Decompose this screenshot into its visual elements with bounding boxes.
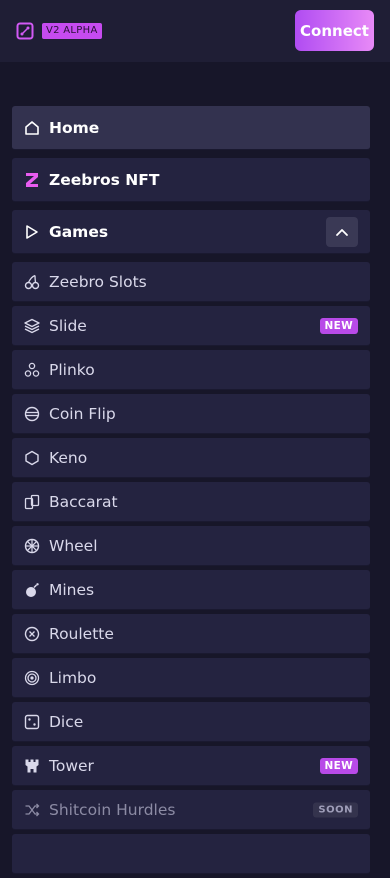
game-item-coin-flip[interactable]: Coin Flip: [12, 394, 370, 434]
plinko-icon: [24, 362, 40, 378]
roulette-icon: [24, 626, 40, 642]
cards-icon: [24, 494, 40, 510]
nav-item-home[interactable]: Home: [12, 106, 370, 150]
game-item-tower[interactable]: Tower NEW: [12, 746, 370, 786]
wheel-icon: [24, 538, 40, 554]
home-icon: [24, 120, 40, 136]
play-icon: [24, 224, 40, 240]
game-label: Roulette: [49, 624, 114, 643]
game-label: Coin Flip: [49, 404, 116, 423]
tower-icon: [24, 758, 40, 774]
game-label: Keno: [49, 448, 88, 467]
top-header: V2 ALPHA Connect: [0, 0, 390, 62]
game-item-wheel[interactable]: Wheel: [12, 526, 370, 566]
hexagon-icon: [24, 450, 40, 466]
game-item-partial[interactable]: [12, 834, 370, 874]
game-item-baccarat[interactable]: Baccarat: [12, 482, 370, 522]
zeebros-z-icon: [24, 172, 40, 188]
game-item-keno[interactable]: Keno: [12, 438, 370, 478]
shuffle-icon: [24, 802, 40, 818]
sidebar-menu: Home Zeebros NFT Games Zeebro Slots Slid…: [12, 106, 370, 878]
game-label: Shitcoin Hurdles: [49, 800, 176, 819]
version-badge: V2 ALPHA: [42, 23, 102, 39]
game-item-zeebro-slots[interactable]: Zeebro Slots: [12, 262, 370, 302]
game-item-roulette[interactable]: Roulette: [12, 614, 370, 654]
game-label: Wheel: [49, 536, 98, 555]
bomb-icon: [24, 582, 40, 598]
game-label: Slide: [49, 316, 87, 335]
game-label: Dice: [49, 712, 84, 731]
layers-icon: [24, 318, 40, 334]
connect-button[interactable]: Connect: [295, 10, 374, 51]
nav-item-games[interactable]: Games: [12, 210, 370, 254]
game-label: Zeebro Slots: [49, 272, 147, 291]
collapse-games-button[interactable]: [326, 216, 358, 247]
game-label: Baccarat: [49, 492, 118, 511]
nav-item-label: Games: [49, 222, 109, 241]
game-item-slide[interactable]: Slide NEW: [12, 306, 370, 346]
game-item-mines[interactable]: Mines: [12, 570, 370, 610]
game-item-shitcoin-hurdles[interactable]: Shitcoin Hurdles SOON: [12, 790, 370, 830]
nav-item-zeebros-nft[interactable]: Zeebros NFT: [12, 158, 370, 202]
game-item-dice[interactable]: Dice: [12, 702, 370, 742]
dice-logo-icon[interactable]: [16, 22, 34, 40]
nav-item-label: Home: [49, 118, 100, 137]
new-badge: NEW: [319, 317, 358, 334]
chevron-up-icon: [336, 228, 348, 236]
cherries-icon: [24, 274, 40, 290]
dice-icon: [24, 714, 40, 730]
game-label: Tower: [49, 756, 94, 775]
soon-badge: SOON: [313, 802, 358, 817]
game-label: Mines: [49, 580, 95, 599]
game-label: Plinko: [49, 360, 95, 379]
new-badge: NEW: [319, 757, 358, 774]
target-icon: [24, 670, 40, 686]
game-label: Limbo: [49, 668, 97, 687]
coin-icon: [24, 406, 40, 422]
nav-item-label: Zeebros NFT: [49, 170, 160, 189]
game-item-plinko[interactable]: Plinko: [12, 350, 370, 390]
game-item-limbo[interactable]: Limbo: [12, 658, 370, 698]
